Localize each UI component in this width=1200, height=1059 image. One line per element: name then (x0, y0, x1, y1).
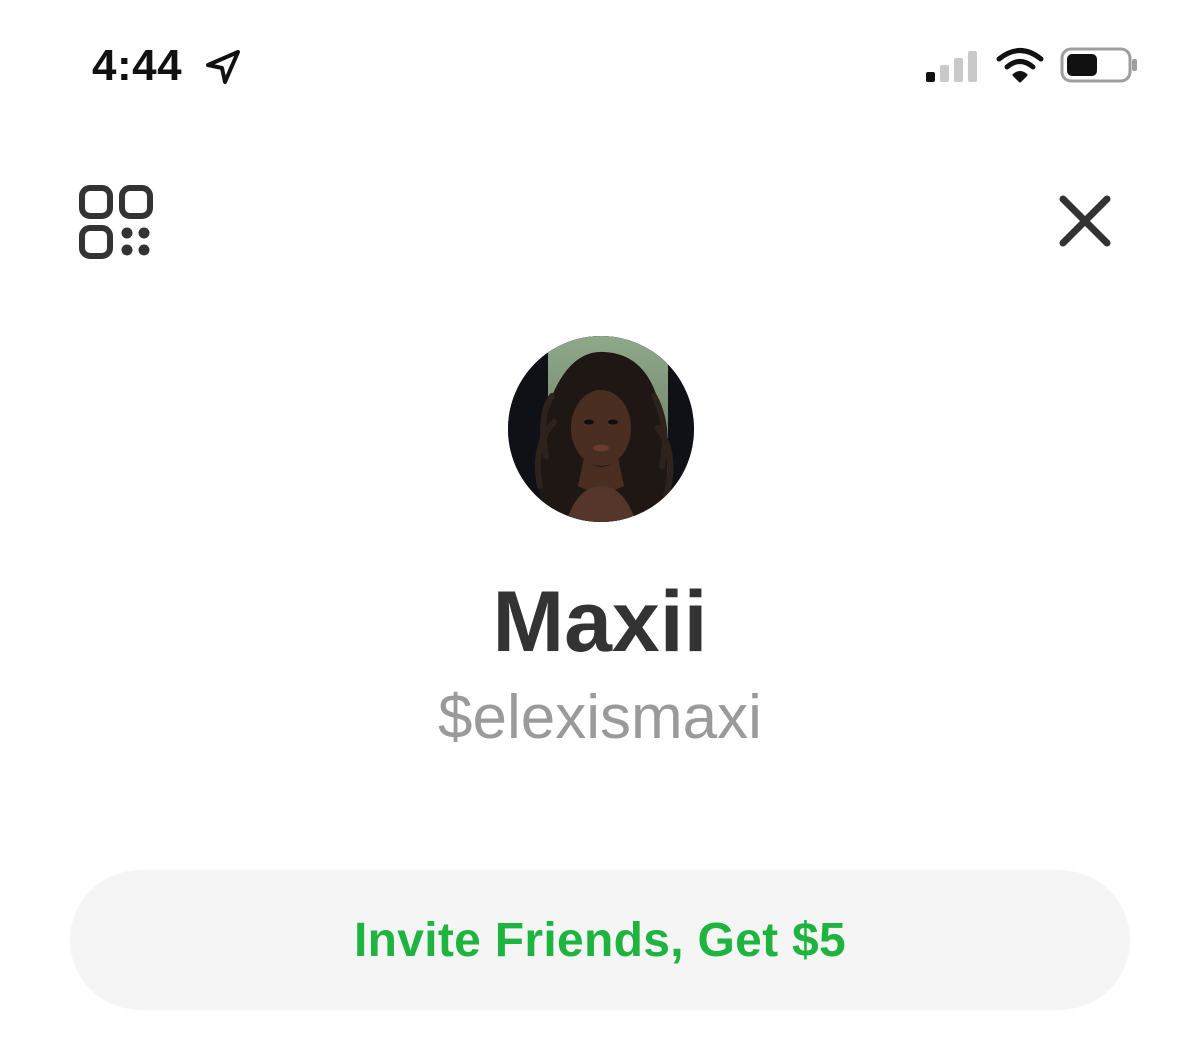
profile-name: Maxii (492, 574, 708, 670)
invite-friends-label: Invite Friends, Get $5 (353, 913, 847, 967)
qr-code-icon (78, 185, 154, 264)
qr-code-button[interactable] (78, 184, 154, 260)
wifi-icon (996, 46, 1044, 84)
cashtag-handle: $elexismaxi (438, 683, 762, 752)
profile-photo (508, 336, 694, 522)
close-icon (1056, 195, 1114, 254)
battery-icon (1060, 46, 1140, 84)
status-time: 4:44 (92, 41, 183, 90)
avatar[interactable] (508, 336, 694, 522)
cellular-signal-icon (924, 50, 982, 84)
close-button[interactable] (1056, 192, 1114, 250)
invite-friends-button[interactable]: Invite Friends, Get $5 (70, 870, 1130, 1010)
status-bar: 4:44 (0, 0, 1200, 130)
location-arrow-icon (204, 48, 242, 86)
